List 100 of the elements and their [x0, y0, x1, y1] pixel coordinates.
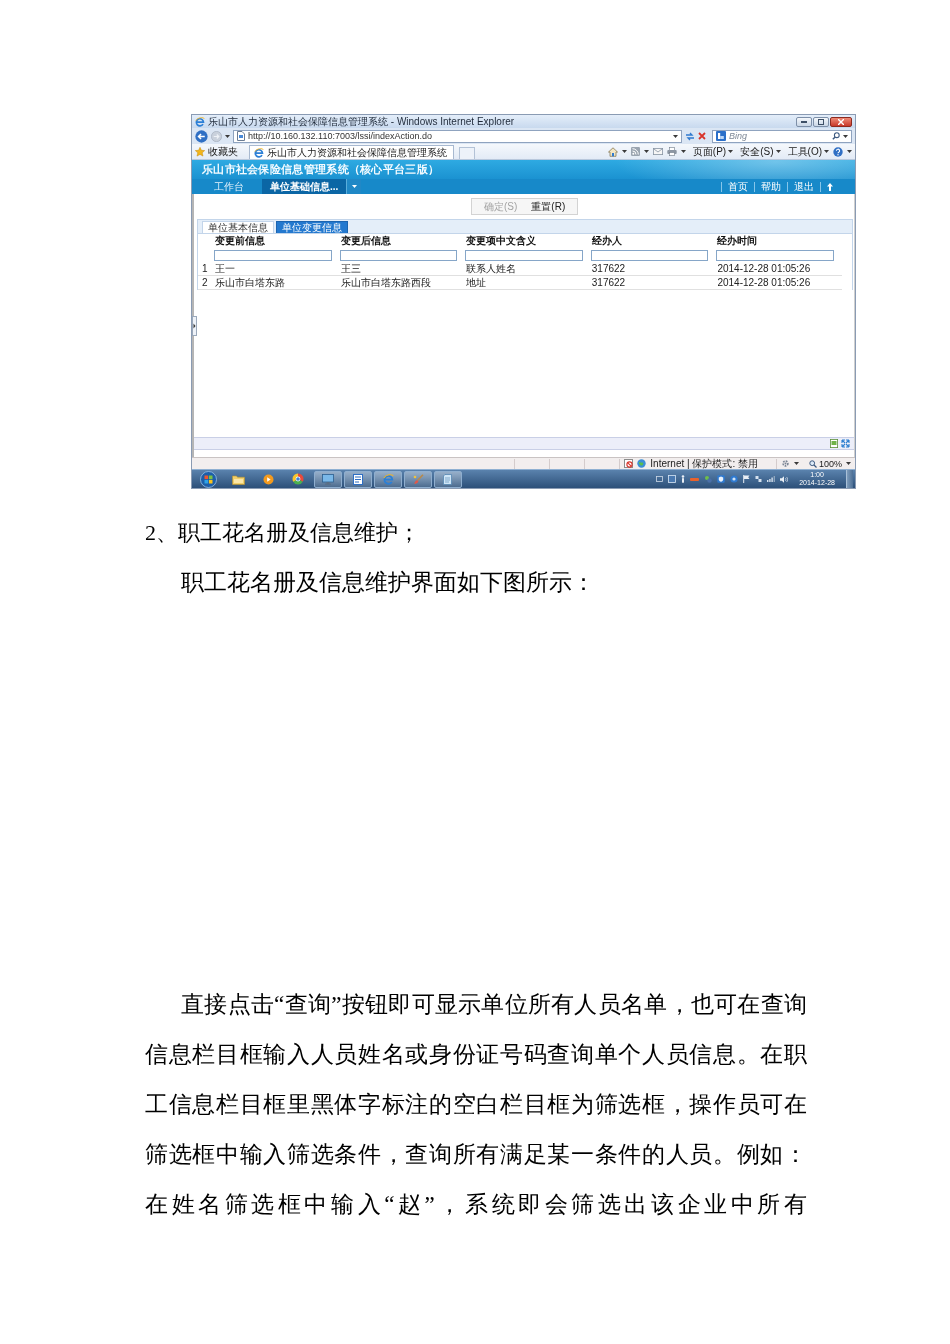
- blocked-icon[interactable]: [624, 459, 634, 468]
- section-heading: 2、职工花名册及信息维护；: [145, 519, 420, 547]
- start-orb-icon[interactable]: [199, 470, 217, 488]
- maximize-button[interactable]: [813, 116, 829, 127]
- favorites-button[interactable]: 收藏夹: [195, 144, 238, 159]
- caret-icon[interactable]: [824, 150, 829, 153]
- search-field[interactable]: Bing: [712, 129, 852, 143]
- folder-icon[interactable]: [231, 473, 245, 485]
- row-number: 1: [198, 262, 214, 276]
- table-cell: 联系人姓名: [465, 262, 591, 276]
- document-icon: [353, 473, 363, 485]
- column-header: 变更项中文含义: [465, 234, 538, 248]
- filter-field[interactable]: [590, 249, 709, 261]
- column-header: 变更前信息: [214, 234, 266, 248]
- table-cell: 2014-12-28 01:05:26: [716, 276, 842, 290]
- square-icon[interactable]: [656, 476, 664, 482]
- table-cell: 317622: [590, 262, 717, 276]
- stop-icon[interactable]: [698, 132, 706, 140]
- zoom-button[interactable]: 100%: [808, 458, 842, 469]
- shield-icon[interactable]: [717, 475, 726, 483]
- taskbar-button[interactable]: [404, 470, 432, 488]
- caret-icon[interactable]: [793, 462, 799, 465]
- caret-icon[interactable]: [643, 150, 649, 153]
- dropdown-button[interactable]: [346, 179, 362, 194]
- e-logo-icon: [382, 473, 394, 485]
- sheet-icon[interactable]: [830, 439, 838, 448]
- menu-button[interactable]: 安全(S): [740, 144, 781, 159]
- color-wheel-icon[interactable]: [292, 473, 304, 485]
- filter-field[interactable]: [339, 249, 458, 261]
- squares-icon[interactable]: [755, 475, 763, 483]
- page-icon: [237, 131, 245, 141]
- taskbar-button[interactable]: [314, 470, 342, 488]
- play-icon[interactable]: [262, 473, 274, 485]
- speaker-icon[interactable]: [780, 475, 789, 483]
- circles-icon[interactable]: [704, 475, 713, 483]
- header-link[interactable]: 帮助: [754, 181, 787, 192]
- minimize-button[interactable]: [796, 116, 812, 127]
- caret-icon[interactable]: [847, 150, 852, 153]
- table-cell: 乐山市白塔东路: [214, 276, 340, 290]
- taskbar-button[interactable]: [374, 470, 402, 488]
- caret-icon[interactable]: [621, 150, 627, 153]
- caret-icon[interactable]: [680, 150, 686, 153]
- window-icon[interactable]: [668, 475, 677, 483]
- menu-button[interactable]: 页面(P): [692, 144, 734, 159]
- menu-button[interactable]: 工具(O): [787, 144, 829, 159]
- expand-icon[interactable]: [841, 439, 850, 448]
- side-toggle-icon[interactable]: [192, 316, 197, 336]
- nav-tab[interactable]: 单位基础信息...: [262, 179, 347, 194]
- intro-text: 职工花名册及信息维护界面如下图所示：: [181, 569, 595, 597]
- close-button[interactable]: [830, 116, 852, 127]
- tab[interactable]: 单位变更信息: [276, 221, 348, 233]
- nav-tab[interactable]: 工作台: [196, 179, 262, 194]
- close-icon: [838, 118, 844, 125]
- caret-icon[interactable]: [843, 134, 848, 138]
- header-link[interactable]: 首页: [721, 181, 754, 192]
- star-icon: [195, 146, 205, 157]
- table-cell: 乐山市白塔东路西段: [339, 276, 466, 290]
- globe-icon: [637, 459, 647, 468]
- e-logo-icon: [254, 147, 264, 158]
- taskbar-button[interactable]: [434, 470, 462, 488]
- caret-icon[interactable]: [775, 150, 781, 153]
- caret-icon[interactable]: [728, 150, 734, 153]
- column-header: 经办时间: [716, 234, 759, 248]
- flag-icon[interactable]: [743, 475, 751, 483]
- address-field[interactable]: http://10.160.132.110:7003/lssi/indexAction.do: [233, 129, 682, 143]
- show-desktop-button[interactable]: [846, 470, 853, 488]
- zoom-icon[interactable]: [808, 459, 817, 468]
- info-icon[interactable]: [681, 475, 686, 483]
- column-header: 变更后信息: [339, 234, 392, 248]
- browser-tab[interactable]: 乐山市人力资源和社会保障信息管理系统: [249, 145, 454, 159]
- action-button[interactable]: 重置(R): [531, 199, 566, 214]
- table-cell: 2014-12-28 01:05:26: [716, 262, 842, 276]
- filter-field[interactable]: [465, 249, 583, 261]
- monitor-icon: [322, 473, 334, 485]
- tab[interactable]: 单位基本信息: [202, 221, 274, 233]
- body-paragraph: 直接点击“查询”按钮即可显示单位所有人员名单，也可在查询信息栏目框输入人员姓名或身份证号码查询单个人员信息。在职工信息栏目框里黑体字标注的空白栏目框为筛选框，操作员可在筛选框中输入筛选条件，查询所有满足某一条件的人员。例如：在姓名筛选框中输入“赵”，系统即会筛选出该企业中所有: [145, 991, 807, 1219]
- help-icon[interactable]: [833, 146, 843, 157]
- signal-icon[interactable]: [767, 476, 776, 482]
- refresh-icon[interactable]: [685, 131, 695, 141]
- filter-field[interactable]: [716, 249, 834, 261]
- home-icon[interactable]: [607, 146, 618, 157]
- brush-icon: [412, 473, 424, 485]
- back-icon[interactable]: [195, 129, 208, 143]
- column-header: 经办人: [590, 234, 623, 248]
- logo-tile-icon: [716, 131, 726, 141]
- table-cell: 317622: [590, 276, 717, 290]
- ring-icon[interactable]: [730, 475, 739, 483]
- minimize-icon: [801, 120, 807, 123]
- maximize-icon: [818, 118, 824, 125]
- filter-field[interactable]: [214, 249, 332, 261]
- window-title: 乐山市人力资源和社会保障信息管理系统 - Windows Internet Explorer: [208, 115, 516, 128]
- search-icon[interactable]: [832, 132, 840, 140]
- taskbar-button[interactable]: [344, 470, 372, 488]
- table-cell: 地址: [465, 276, 591, 290]
- status-text: Internet | 保护模式: 禁用: [650, 458, 758, 469]
- caret-icon[interactable]: [673, 134, 678, 138]
- caret-icon[interactable]: [225, 134, 230, 138]
- caret-icon[interactable]: [846, 462, 851, 465]
- table-cell: 王一: [214, 262, 340, 276]
- up-arrow-icon[interactable]: [827, 182, 833, 191]
